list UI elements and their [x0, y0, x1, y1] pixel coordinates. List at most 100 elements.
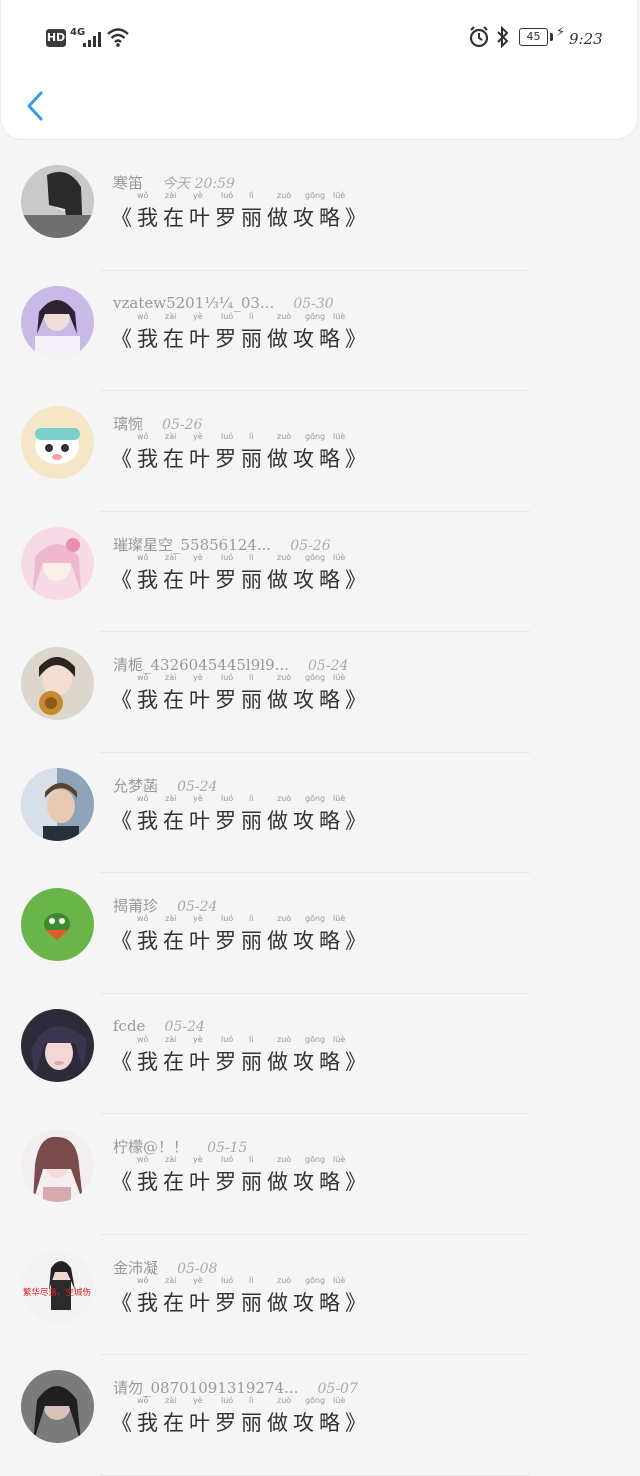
pinyin-annotation: zuò — [277, 311, 292, 321]
user-name[interactable]: 寒笛 — [113, 172, 143, 193]
pinyin-annotation: zuò — [277, 1275, 292, 1285]
pinyin-annotation: luó — [221, 552, 234, 562]
pinyin-annotation: yè — [193, 1034, 203, 1044]
avatar[interactable] — [21, 767, 94, 841]
post-date: 05-15 — [207, 1140, 248, 1156]
comment-title: 《我在叶罗丽做攻略》 — [111, 929, 371, 953]
pinyin-annotation: lì — [249, 1034, 254, 1044]
pinyin-annotation: lì — [249, 311, 254, 321]
avatar[interactable] — [21, 165, 94, 238]
pinyin-annotation: gōng — [305, 914, 326, 923]
avatar[interactable] — [21, 1370, 94, 1443]
pinyin-annotation: gōng — [305, 673, 326, 682]
pinyin-annotation: zài — [165, 1034, 177, 1044]
pinyin-annotation: yè — [193, 432, 203, 441]
pinyin-annotation: gōng — [305, 432, 326, 441]
pinyin-annotation: yè — [193, 311, 203, 321]
pinyin-annotation: zuò — [277, 1396, 292, 1405]
post-date: 今天 20:59 — [162, 176, 235, 192]
list-item[interactable]: 清栀_4326045445l9l9... 05-24 《我在叶罗丽做攻略》 wǒ… — [0, 632, 640, 753]
pinyin-annotation: zài — [165, 914, 177, 923]
pinyin-annotation: wǒ — [137, 914, 149, 923]
list-item[interactable]: vzatew5201⅓¼_03... 05-30 《我在叶罗丽做攻略》 wǒ zà… — [0, 271, 640, 391]
user-name[interactable]: vzatew5201⅓¼_03... — [113, 294, 274, 312]
list-item[interactable]: 揭莆珍 05-24 《我在叶罗丽做攻略》 wǒ zài yè luó lì zuò gōng… — [0, 873, 640, 994]
title-line: 《我在叶罗丽做攻略》 wǒ zài yè luó lì zuò gōng lüè — [111, 553, 371, 594]
title-line: 《我在叶罗丽做攻略》 wǒ zài yè luó lì zuò gōng lüè — [111, 1276, 371, 1317]
title-line: 《我在叶罗丽做攻略》 wǒ zài yè luó lì zuò gōng lüè — [111, 1035, 371, 1076]
pinyin-annotation: lüè — [333, 914, 346, 923]
list-item[interactable]: 璀璨星空_55856124... 05-26 《我在叶罗丽做攻略》 wǒ zài y… — [0, 512, 640, 632]
pinyin-annotation: lì — [249, 1396, 254, 1405]
title-line: 《我在叶罗丽做攻略》 wǒ zài yè luó lì zuò gōng lüè — [111, 432, 371, 473]
status-bar: HD 4G 45 ⚡ 9:23 — [1, 0, 640, 76]
pinyin-annotation: luó — [221, 1396, 234, 1405]
avatar[interactable] — [21, 406, 94, 479]
avatar[interactable] — [21, 647, 94, 720]
list-item[interactable]: 寒笛 今天 20:59 《我在叶罗丽做攻略》 wǒ zài yè luó lì zuò gō… — [0, 150, 640, 271]
list-item[interactable]: fcde 05-24 《我在叶罗丽做攻略》 wǒ zài yè luó lì zuò gōn… — [0, 994, 640, 1114]
avatar[interactable] — [21, 888, 94, 961]
pinyin-annotation: wǒ — [137, 432, 149, 441]
post-date: 05-26 — [162, 417, 203, 433]
list-item[interactable]: 繁华尽落、空城伤 金沛凝 05-08 《我在叶罗丽做攻略》 wǒ zài yè luó… — [0, 1235, 640, 1355]
list-item[interactable]: 请勿_08701091319274... 05-07 《我在叶罗丽做攻略》 wǒ… — [0, 1355, 640, 1476]
comment-title: 《我在叶罗丽做攻略》 — [111, 808, 371, 833]
post-date: 05-26 — [290, 537, 331, 554]
pinyin-annotation: gōng — [305, 311, 326, 321]
user-name[interactable]: 金沛凝 — [113, 1257, 158, 1278]
pinyin-annotation: lì — [249, 1275, 254, 1285]
pinyin-annotation: gōng — [305, 1275, 326, 1285]
list-item[interactable]: 璃惋 05-26 《我在叶罗丽做攻略》 wǒ zài yè luó lì zuò gōng l… — [0, 391, 640, 512]
item-meta: fcde 05-24 — [113, 1016, 205, 1040]
pinyin-annotation: yè — [193, 793, 203, 803]
avatar[interactable] — [21, 1008, 94, 1082]
pinyin-annotation: zuò — [277, 1155, 292, 1164]
clock: 9:23 — [569, 30, 603, 48]
pinyin-annotation: luó — [221, 432, 234, 441]
pinyin-annotation: luó — [221, 1034, 234, 1044]
avatar-caption: 繁华尽落、空城伤 — [23, 1287, 91, 1298]
pinyin-annotation: zài — [165, 432, 177, 441]
user-name[interactable]: 柠檬@！！ — [113, 1136, 188, 1157]
post-date: 05-24 — [164, 1018, 205, 1035]
pinyin-annotation: zài — [165, 311, 177, 321]
pinyin-annotation: lüè — [333, 1396, 346, 1405]
pinyin-annotation: lüè — [333, 673, 346, 682]
title-line: 《我在叶罗丽做攻略》 wǒ zài yè luó lì zuò gōng lüè — [111, 1396, 371, 1437]
title-line: 《我在叶罗丽做攻略》 wǒ zài yè luó lì zuò gōng lüè — [111, 914, 371, 955]
comment-title: 《我在叶罗丽做攻略》 — [111, 1170, 371, 1194]
user-name[interactable]: 揭莆珍 — [113, 895, 158, 916]
user-name[interactable]: 清栀_4326045445l9l9... — [113, 654, 289, 675]
pinyin-annotation: luó — [221, 311, 234, 321]
user-name[interactable]: 璃惋 — [113, 413, 143, 434]
title-line: 《我在叶罗丽做攻略》 wǒ zài yè luó lì zuò gōng lüè — [111, 191, 371, 232]
list-item[interactable]: 柠檬@！！ 05-15 《我在叶罗丽做攻略》 wǒ zài yè luó lì zuò gō… — [0, 1114, 640, 1235]
battery-cap — [550, 33, 553, 41]
bluetooth-icon — [497, 25, 509, 49]
pinyin-annotation: yè — [193, 673, 203, 682]
signal-icon — [81, 31, 101, 47]
avatar[interactable]: 繁华尽落、空城伤 — [21, 1249, 94, 1323]
avatar[interactable] — [21, 526, 94, 600]
title-line: 《我在叶罗丽做攻略》 wǒ zài yè luó lì zuò gōng lüè — [111, 312, 371, 353]
pinyin-annotation: yè — [193, 914, 203, 923]
pinyin-annotation: lüè — [333, 793, 346, 803]
pinyin-annotation: lüè — [333, 1034, 346, 1044]
pinyin-annotation: zài — [165, 552, 177, 562]
back-button[interactable] — [21, 86, 51, 126]
user-name[interactable]: fcde — [113, 1017, 145, 1035]
pinyin-annotation: lüè — [333, 1155, 346, 1164]
user-name[interactable]: 璀璨星空_55856124... — [113, 534, 271, 555]
title-line: 《我在叶罗丽做攻略》 wǒ zài yè luó lì zuò gōng lüè — [111, 1155, 371, 1196]
alarm-icon — [469, 26, 489, 48]
post-date: 05-24 — [177, 778, 218, 795]
pinyin-annotation: wǒ — [137, 1155, 149, 1164]
user-name[interactable]: 允梦菡 — [113, 775, 158, 796]
avatar[interactable] — [21, 1129, 94, 1202]
user-name[interactable]: 请勿_08701091319274... — [113, 1377, 298, 1398]
pinyin-annotation: gōng — [305, 1396, 326, 1405]
pinyin-annotation: zuò — [277, 432, 292, 441]
list-item[interactable]: 允梦菡 05-24 《我在叶罗丽做攻略》 wǒ zài yè luó lì zuò gōng… — [0, 753, 640, 873]
avatar[interactable] — [21, 285, 94, 359]
